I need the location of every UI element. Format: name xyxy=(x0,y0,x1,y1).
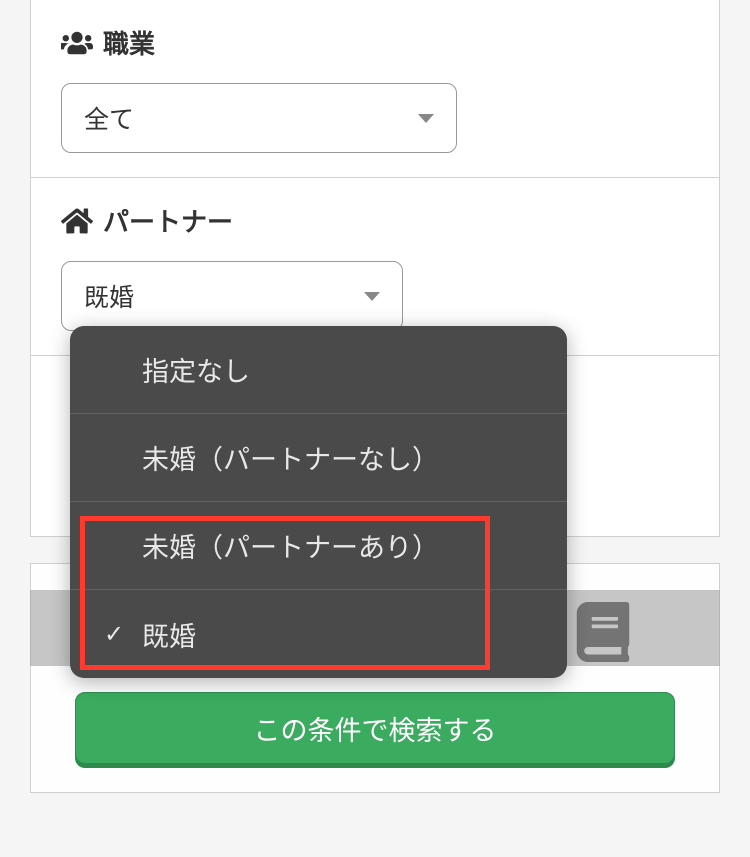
partner-label: パートナー xyxy=(31,202,719,239)
dropdown-option-label: 指定なし xyxy=(142,350,250,389)
dropdown-option-married[interactable]: ✓ 既婚 xyxy=(70,590,567,678)
users-icon xyxy=(61,27,93,59)
partner-selected-value: 既婚 xyxy=(84,278,134,314)
partner-label-text: パートナー xyxy=(103,202,233,239)
home-icon xyxy=(61,205,93,237)
search-button-label: この条件で検索する xyxy=(254,709,497,748)
chevron-down-icon xyxy=(418,114,434,123)
occupation-select[interactable]: 全て xyxy=(61,83,457,153)
occupation-selected-value: 全て xyxy=(84,100,134,136)
check-icon: ✓ xyxy=(104,620,130,649)
occupation-section: 職業 全て xyxy=(31,0,719,178)
search-submit-button[interactable]: この条件で検索する xyxy=(75,692,675,764)
chevron-down-icon xyxy=(364,292,380,301)
partner-dropdown-menu: 指定なし 未婚（パートナーなし） 未婚（パートナーあり） ✓ 既婚 xyxy=(70,326,567,678)
dropdown-option-label: 既婚 xyxy=(142,615,196,654)
dropdown-option-single-no-partner[interactable]: 未婚（パートナーなし） xyxy=(70,414,567,502)
dropdown-option-none[interactable]: 指定なし xyxy=(70,326,567,414)
occupation-label-text: 職業 xyxy=(103,24,155,61)
partner-select[interactable]: 既婚 xyxy=(61,261,403,331)
dropdown-option-single-with-partner[interactable]: 未婚（パートナーあり） xyxy=(70,502,567,590)
occupation-label: 職業 xyxy=(31,24,719,61)
dropdown-option-label: 未婚（パートナーあり） xyxy=(142,526,439,565)
dropdown-option-label: 未婚（パートナーなし） xyxy=(142,438,439,477)
